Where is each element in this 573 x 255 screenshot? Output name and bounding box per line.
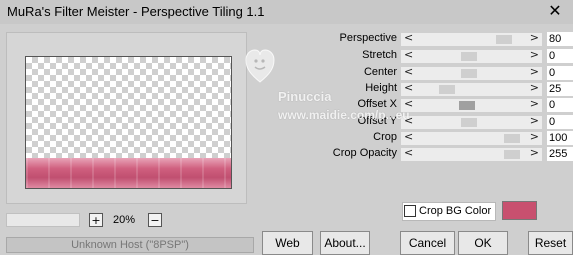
param-slider-center[interactable]: < > [401, 65, 542, 80]
slider-thumb[interactable] [496, 35, 512, 44]
crop-bg-label: Crop BG Color [419, 205, 492, 217]
param-slider-offset-x[interactable]: < > [401, 97, 542, 112]
param-value-center[interactable]: 0 [547, 66, 573, 80]
slider-right-arrow-icon[interactable]: > [530, 81, 539, 94]
param-label-perspective: Perspective [339, 32, 397, 44]
param-value-height[interactable]: 25 [547, 82, 573, 96]
param-label-stretch: Stretch [362, 49, 397, 61]
slider-left-arrow-icon[interactable]: < [404, 130, 413, 143]
close-button[interactable]: ✕ [541, 0, 569, 22]
ok-button[interactable]: OK [458, 231, 508, 255]
param-label-crop: Crop [373, 131, 397, 143]
slider-left-arrow-icon[interactable]: < [404, 81, 413, 94]
slider-left-arrow-icon[interactable]: < [404, 97, 413, 110]
slider-thumb[interactable] [504, 150, 520, 159]
param-slider-stretch[interactable]: < > [401, 48, 542, 63]
heart-icon [245, 49, 275, 83]
param-slider-height[interactable]: < > [401, 81, 542, 96]
slider-right-arrow-icon[interactable]: > [530, 130, 539, 143]
param-label-center: Center [363, 66, 397, 78]
dialog-body: + 20% − Unknown Host ("8PSP") Perspectiv… [0, 24, 573, 255]
param-label-offset-y: Offset Y [357, 115, 397, 127]
slider-thumb[interactable] [439, 85, 455, 94]
reset-button[interactable]: Reset [528, 231, 573, 255]
slider-left-arrow-icon[interactable]: < [404, 146, 413, 159]
param-label-offset-x: Offset X [357, 98, 397, 110]
param-label-crop-opacity: Crop Opacity [332, 147, 397, 159]
slider-right-arrow-icon[interactable]: > [530, 114, 539, 127]
window-title: MuRa's Filter Meister - Perspective Tili… [7, 4, 265, 19]
slider-right-arrow-icon[interactable]: > [530, 31, 539, 44]
cancel-button[interactable]: Cancel [400, 231, 455, 255]
zoom-in-button[interactable]: + [89, 213, 103, 227]
zoom-out-button[interactable]: − [148, 213, 162, 227]
slider-right-arrow-icon[interactable]: > [530, 65, 539, 78]
zoom-level: 20% [112, 214, 136, 226]
param-slider-crop-opacity[interactable]: < > [401, 146, 542, 161]
watermark-name: Pinuccia [278, 89, 332, 104]
perspective-floor [26, 158, 231, 188]
slider-left-arrow-icon[interactable]: < [404, 114, 413, 127]
preview-panel [6, 32, 247, 204]
slider-thumb[interactable] [461, 69, 477, 78]
param-slider-crop[interactable]: < > [401, 130, 542, 145]
slider-thumb[interactable] [504, 134, 520, 143]
param-value-crop-opacity[interactable]: 255 [547, 147, 573, 161]
slider-thumb[interactable] [459, 101, 475, 110]
slider-right-arrow-icon[interactable]: > [530, 97, 539, 110]
slider-left-arrow-icon[interactable]: < [404, 31, 413, 44]
param-slider-offset-y[interactable]: < > [401, 114, 542, 129]
param-slider-perspective[interactable]: < > [401, 31, 542, 46]
param-label-height: Height [365, 82, 397, 94]
host-status: Unknown Host ("8PSP") [6, 237, 254, 253]
crop-bg-color-swatch[interactable] [502, 201, 537, 220]
slider-left-arrow-icon[interactable]: < [404, 48, 413, 61]
title-bar: MuRa's Filter Meister - Perspective Tili… [0, 0, 573, 24]
about-button[interactable]: About... [320, 231, 370, 255]
slider-right-arrow-icon[interactable]: > [530, 48, 539, 61]
zoom-track [6, 213, 80, 227]
param-value-offset-y[interactable]: 0 [547, 115, 573, 129]
slider-thumb[interactable] [461, 118, 477, 127]
param-value-stretch[interactable]: 0 [547, 49, 573, 63]
param-value-perspective[interactable]: 80 [547, 32, 573, 46]
preview-image[interactable] [25, 56, 232, 189]
slider-right-arrow-icon[interactable]: > [530, 146, 539, 159]
param-value-crop[interactable]: 100 [547, 131, 573, 145]
slider-thumb[interactable] [461, 52, 477, 61]
slider-left-arrow-icon[interactable]: < [404, 65, 413, 78]
web-button[interactable]: Web [262, 231, 313, 255]
param-value-offset-x[interactable]: 0 [547, 98, 573, 112]
crop-bg-checkbox[interactable] [404, 205, 416, 217]
